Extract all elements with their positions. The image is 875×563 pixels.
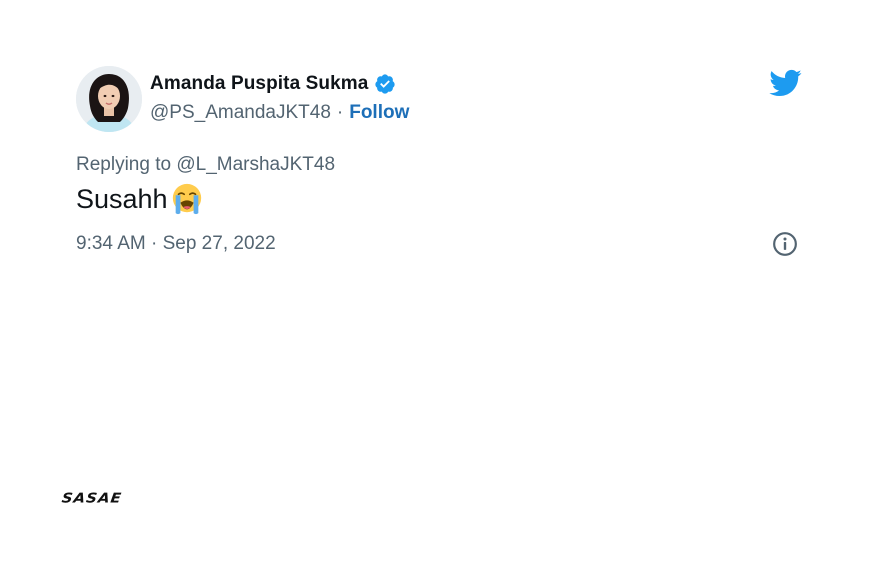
author-handle-row: @PS_AmandaJKT48 · Follow: [150, 102, 409, 124]
tweet-text: Susahh: [76, 182, 204, 216]
verified-badge-icon: [375, 74, 396, 94]
brand-logo: SASAE: [60, 490, 124, 507]
twitter-bird-icon[interactable]: [768, 68, 802, 98]
avatar[interactable]: [76, 66, 142, 132]
loudly-crying-face-icon: [172, 183, 201, 215]
author-handle[interactable]: @PS_AmandaJKT48: [150, 102, 331, 124]
tweet-timestamp[interactable]: 9:34 AM · Sep 27, 2022: [76, 233, 276, 255]
tweet-text-content: Susahh: [76, 183, 168, 214]
author-display-name[interactable]: Amanda Puspita Sukma: [150, 73, 368, 95]
info-icon[interactable]: [772, 231, 798, 257]
replying-to-row: Replying to @L_MarshaJKT48: [76, 154, 335, 176]
separator-dot: ·: [336, 102, 344, 123]
reply-mention-link[interactable]: @L_MarshaJKT48: [176, 154, 335, 175]
avatar-image: [76, 66, 142, 132]
follow-button[interactable]: Follow: [349, 102, 409, 124]
tweet-embed: Amanda Puspita Sukma @PS_AmandaJKT48 · F…: [76, 66, 806, 266]
replying-prefix: Replying to: [76, 154, 177, 175]
author-name-row: Amanda Puspita Sukma: [150, 73, 396, 95]
